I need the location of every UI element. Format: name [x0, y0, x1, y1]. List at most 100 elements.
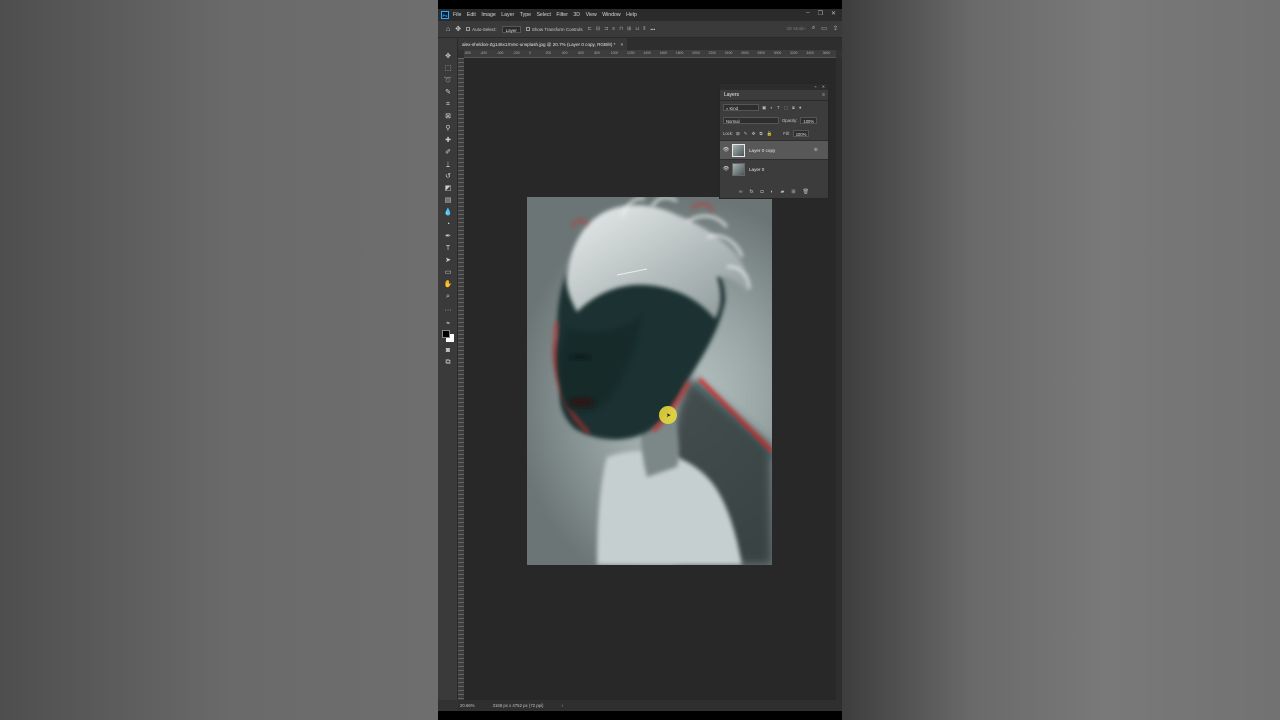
- pen-tool-icon[interactable]: ✒: [443, 232, 453, 242]
- panel-menu-icon[interactable]: ≡: [822, 92, 825, 98]
- menu-view[interactable]: View: [586, 12, 597, 18]
- gradient-tool-icon[interactable]: ▤: [443, 196, 453, 206]
- eraser-tool-icon[interactable]: ◩: [443, 184, 453, 194]
- ruler-tick-label: 2400: [724, 51, 733, 55]
- status-arrow[interactable]: ›: [561, 703, 562, 708]
- crop-tool-icon[interactable]: ⌗: [443, 100, 453, 110]
- menu-select[interactable]: Select: [536, 12, 550, 18]
- add-mask-icon[interactable]: ◘: [760, 189, 763, 195]
- lock-transparent-icon[interactable]: ⊠: [736, 131, 740, 137]
- pixel-filter-icon[interactable]: ▣: [762, 105, 766, 111]
- minimize-icon[interactable]: –: [806, 10, 809, 17]
- clone-stamp-tool-icon[interactable]: ⍊: [443, 160, 453, 170]
- dodge-tool-icon[interactable]: ◔: [443, 220, 453, 230]
- layer-style-icon[interactable]: ⊛: [814, 147, 818, 153]
- path-selection-tool-icon[interactable]: ➤: [443, 256, 453, 266]
- fx-icon[interactable]: fx: [750, 189, 754, 195]
- align-middle-icon[interactable]: ⊞: [627, 26, 631, 32]
- layers-panel-title[interactable]: Layers: [724, 92, 739, 98]
- document-tab[interactable]: alex-sheldon-Zg146x1XVec-unsplash.jpg @ …: [458, 38, 628, 50]
- layer-item-layer-0[interactable]: 👁 Layer 0: [720, 159, 828, 178]
- foreground-color[interactable]: [442, 330, 450, 338]
- blurred-background-right: [842, 0, 1280, 720]
- menu-layer[interactable]: Layer: [501, 12, 514, 18]
- menu-image[interactable]: Image: [481, 12, 495, 18]
- home-icon[interactable]: ⌂: [446, 26, 450, 33]
- auto-select-checkbox[interactable]: Auto-Select:: [466, 27, 497, 32]
- filter-toggle-icon[interactable]: ●: [799, 105, 802, 111]
- lock-icons: ⊠ ✎ ✥ ⧉ 🔒: [736, 131, 772, 137]
- lock-artboard-icon[interactable]: ⧉: [759, 131, 762, 137]
- screen-mode-icon[interactable]: ⧉: [443, 358, 453, 368]
- link-layers-icon[interactable]: ∞: [739, 189, 743, 195]
- zoom-level[interactable]: 20.66%: [460, 703, 475, 708]
- search-icon[interactable]: ⌕: [812, 25, 815, 32]
- move-tool-icon[interactable]: ✥: [443, 52, 453, 62]
- lock-all-icon[interactable]: 🔒: [767, 131, 773, 137]
- status-bar: 20.66% 3168 px x 4752 px (72 ppi) ›: [458, 700, 842, 711]
- type-filter-icon[interactable]: T: [777, 105, 780, 111]
- quick-mask-icon[interactable]: ◙: [443, 346, 453, 356]
- brush-tool-icon[interactable]: ✐: [443, 148, 453, 158]
- distribute-vertical-icon[interactable]: ⦀: [643, 26, 645, 32]
- menu-3d[interactable]: 3D: [573, 12, 580, 18]
- blend-mode-dropdown[interactable]: Normal: [723, 117, 779, 124]
- edit-toolbar-icon[interactable]: ···: [443, 306, 453, 316]
- menu-filter[interactable]: Filter: [556, 12, 568, 18]
- default-colors-icon[interactable]: ⇆: [443, 318, 453, 328]
- filter-kind-dropdown[interactable]: ⌕ Kind: [723, 104, 759, 111]
- healing-brush-tool-icon[interactable]: ✚: [443, 136, 453, 146]
- visibility-eye-icon[interactable]: 👁: [720, 166, 732, 172]
- eyedropper-tool-icon[interactable]: ⚲: [443, 124, 453, 134]
- align-center-icon[interactable]: ⊟: [596, 26, 600, 32]
- quick-select-tool-icon[interactable]: ✎: [443, 88, 453, 98]
- fill-field[interactable]: 100%: [792, 130, 810, 137]
- canvas-scroll-edge[interactable]: [836, 58, 842, 700]
- layer-item-layer-0-copy[interactable]: 👁 Layer 0 copy ⊛: [720, 140, 828, 159]
- align-bottom-icon[interactable]: ⊔: [635, 26, 639, 32]
- type-tool-icon[interactable]: T: [443, 244, 453, 254]
- marquee-tool-icon[interactable]: ⬚: [443, 64, 453, 74]
- lock-position-icon[interactable]: ✥: [752, 131, 756, 137]
- align-left-icon[interactable]: ⊏: [588, 26, 592, 32]
- delete-layer-icon[interactable]: 🗑: [803, 189, 809, 195]
- close-window-icon[interactable]: ✕: [831, 10, 836, 17]
- align-top-icon[interactable]: ⊓: [619, 26, 623, 32]
- menu-window[interactable]: Window: [602, 12, 620, 18]
- close-tab-icon[interactable]: ×: [620, 42, 623, 47]
- menu-edit[interactable]: Edit: [467, 12, 476, 18]
- ruler-tick-label: 800: [594, 51, 601, 55]
- lock-image-icon[interactable]: ✎: [744, 131, 748, 137]
- new-group-icon[interactable]: ▰: [781, 189, 785, 195]
- move-tool-preset-icon[interactable]: ✥: [455, 25, 461, 33]
- frame-tool-icon[interactable]: ⊠: [443, 112, 453, 122]
- distribute-icon[interactable]: ≡: [612, 26, 615, 32]
- auto-select-dropdown[interactable]: Layer: [501, 25, 521, 33]
- workspace-icon[interactable]: ▭: [821, 25, 827, 32]
- blur-tool-icon[interactable]: 💧: [443, 208, 453, 218]
- checkbox-icon: [525, 27, 530, 32]
- smart-object-filter-icon[interactable]: ⧈: [792, 105, 795, 111]
- menu-help[interactable]: Help: [626, 12, 637, 18]
- history-brush-tool-icon[interactable]: ↺: [443, 172, 453, 182]
- visibility-eye-icon[interactable]: 👁: [720, 147, 732, 153]
- rectangle-tool-icon[interactable]: ▭: [443, 268, 453, 278]
- lasso-tool-icon[interactable]: ➰: [443, 76, 453, 86]
- zoom-tool-icon[interactable]: ⌕: [443, 292, 453, 302]
- shape-filter-icon[interactable]: ⬚: [784, 105, 788, 111]
- opacity-field[interactable]: 100%: [800, 117, 818, 124]
- ruler-tick-label: 400: [561, 51, 568, 55]
- restore-icon[interactable]: ❐: [818, 10, 823, 17]
- show-transform-checkbox[interactable]: Show Transform Controls: [525, 27, 583, 32]
- align-right-icon[interactable]: ⊐: [604, 26, 608, 32]
- adjustment-filter-icon[interactable]: ◐: [770, 105, 773, 111]
- menu-type[interactable]: Type: [520, 12, 531, 18]
- new-layer-icon[interactable]: ⊞: [791, 189, 795, 195]
- layer-thumbnail: [732, 143, 745, 157]
- more-options-button[interactable]: •••: [650, 27, 655, 32]
- adjustment-layer-icon[interactable]: ◐: [771, 189, 774, 195]
- hand-tool-icon[interactable]: ✋: [443, 280, 453, 290]
- menu-file[interactable]: File: [453, 12, 461, 18]
- share-icon[interactable]: ⇪: [833, 25, 838, 32]
- color-swatches[interactable]: [442, 330, 454, 342]
